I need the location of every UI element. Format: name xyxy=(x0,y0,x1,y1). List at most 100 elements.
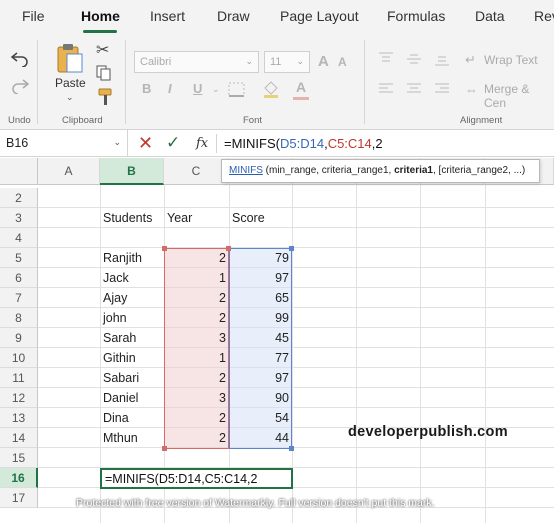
fill-color-icon[interactable] xyxy=(262,80,280,98)
row-header-5[interactable]: 5 xyxy=(0,248,38,268)
cancel-icon[interactable]: ✕ xyxy=(138,133,153,154)
chevron-down-icon[interactable]: ⌄ xyxy=(113,137,121,148)
tab-file[interactable]: File xyxy=(22,8,45,24)
tab-data[interactable]: Data xyxy=(475,8,505,24)
row-header-11[interactable]: 11 xyxy=(0,368,38,388)
select-all-corner[interactable] xyxy=(0,158,38,185)
column-header-c[interactable]: C xyxy=(164,158,229,185)
cell-year[interactable]: 1 xyxy=(164,268,229,288)
align-center-icon[interactable] xyxy=(406,82,422,96)
cell-student[interactable]: Githin xyxy=(100,348,164,368)
cell-student[interactable]: Dina xyxy=(100,408,164,428)
cell-score[interactable]: 54 xyxy=(229,408,292,428)
row-header-12[interactable]: 12 xyxy=(0,388,38,408)
tab-formulas[interactable]: Formulas xyxy=(387,8,445,24)
bold-button[interactable]: B xyxy=(142,81,151,96)
cell-student[interactable]: Ajay xyxy=(100,288,164,308)
italic-button[interactable]: I xyxy=(168,81,172,96)
chevron-down-icon[interactable]: ⌄ xyxy=(66,92,74,103)
align-left-icon[interactable] xyxy=(378,82,394,96)
cell-student[interactable]: Sabari xyxy=(100,368,164,388)
ribbon-separator xyxy=(364,40,365,124)
row-header-13[interactable]: 13 xyxy=(0,408,38,428)
cell-score[interactable]: 97 xyxy=(229,368,292,388)
tab-home[interactable]: Home xyxy=(81,8,120,24)
align-right-icon[interactable] xyxy=(434,82,450,96)
underline-button[interactable]: U xyxy=(193,81,202,96)
cell-score[interactable]: 99 xyxy=(229,308,292,328)
cell-score[interactable]: 79 xyxy=(229,248,292,268)
cell-student[interactable]: john xyxy=(100,308,164,328)
cell-year[interactable]: 2 xyxy=(164,428,229,448)
cell-year[interactable]: 2 xyxy=(164,408,229,428)
cell-score[interactable]: 45 xyxy=(229,328,292,348)
row-header-17[interactable]: 17 xyxy=(0,488,38,508)
row-header-2[interactable]: 2 xyxy=(0,188,38,208)
paste-label[interactable]: Paste xyxy=(55,76,86,90)
cell-student[interactable]: Daniel xyxy=(100,388,164,408)
active-cell-b16[interactable]: =MINIFS(D5:D14,C5:C14,2 xyxy=(100,468,293,489)
function-tooltip: MINIFS (min_range, criteria_range1, crit… xyxy=(221,159,540,183)
decrease-font-icon[interactable]: A xyxy=(338,55,347,69)
align-top-icon[interactable] xyxy=(378,52,394,66)
increase-font-icon[interactable]: A xyxy=(318,53,329,70)
header-score[interactable]: Score xyxy=(229,208,265,228)
format-painter-icon[interactable] xyxy=(96,88,114,106)
row-header-8[interactable]: 8 xyxy=(0,308,38,328)
cell-score[interactable]: 44 xyxy=(229,428,292,448)
insert-function-button[interactable]: fx xyxy=(196,136,208,151)
row-header-14[interactable]: 14 xyxy=(0,428,38,448)
row-header-10[interactable]: 10 xyxy=(0,348,38,368)
header-students[interactable]: Students xyxy=(100,208,152,228)
align-bottom-icon[interactable] xyxy=(434,52,450,66)
cell-year[interactable]: 3 xyxy=(164,388,229,408)
cell-student[interactable]: Mthun xyxy=(100,428,164,448)
row-header-9[interactable]: 9 xyxy=(0,328,38,348)
cell-year[interactable]: 3 xyxy=(164,328,229,348)
borders-icon[interactable] xyxy=(228,82,246,98)
tooltip-function-link[interactable]: MINIFS xyxy=(229,165,263,176)
tab-page-layout[interactable]: Page Layout xyxy=(280,8,359,24)
merge-center-button[interactable]: Merge & Cen xyxy=(484,82,554,110)
cell-year[interactable]: 1 xyxy=(164,348,229,368)
font-name-dropdown[interactable]: Calibri ⌄ xyxy=(134,51,259,73)
merge-icon: ⇔ xyxy=(465,82,478,97)
cell-student[interactable]: Sarah xyxy=(100,328,164,348)
tab-insert[interactable]: Insert xyxy=(150,8,185,24)
formula-input[interactable]: =MINIFS(D5:D14,C5:C14,2 xyxy=(224,136,383,151)
cut-icon[interactable]: ✂ xyxy=(96,40,109,60)
cell-year[interactable]: 2 xyxy=(164,248,229,268)
cell-year[interactable]: 2 xyxy=(164,308,229,328)
row-header-4[interactable]: 4 xyxy=(0,228,38,248)
cell-student[interactable]: Ranjith xyxy=(100,248,164,268)
paste-icon[interactable] xyxy=(56,42,84,74)
undo-icon[interactable] xyxy=(10,51,30,67)
font-size-dropdown[interactable]: 11 ⌄ xyxy=(264,51,310,73)
row-header-16[interactable]: 16 xyxy=(0,468,38,488)
row-header-7[interactable]: 7 xyxy=(0,288,38,308)
row-header-15[interactable]: 15 xyxy=(0,448,38,468)
cell-year[interactable]: 2 xyxy=(164,368,229,388)
cell-year[interactable]: 2 xyxy=(164,288,229,308)
font-color-icon[interactable]: A xyxy=(296,79,306,95)
cell-student[interactable]: Jack xyxy=(100,268,164,288)
align-middle-icon[interactable] xyxy=(406,52,422,66)
row-header-6[interactable]: 6 xyxy=(0,268,38,288)
copy-icon[interactable] xyxy=(96,65,112,81)
column-header-a[interactable]: A xyxy=(38,158,100,185)
enter-icon[interactable]: ✓ xyxy=(166,133,180,153)
wrap-text-button[interactable]: Wrap Text xyxy=(484,53,538,67)
redo-icon[interactable] xyxy=(10,78,30,94)
name-box[interactable]: B16 ⌄ xyxy=(0,130,128,157)
cell-score[interactable]: 65 xyxy=(229,288,292,308)
formula-ref-min-range: D5:D14 xyxy=(279,136,325,151)
header-year[interactable]: Year xyxy=(164,208,192,228)
column-header-b[interactable]: B xyxy=(100,158,164,185)
cell-score[interactable]: 97 xyxy=(229,268,292,288)
cell-score[interactable]: 77 xyxy=(229,348,292,368)
tab-draw[interactable]: Draw xyxy=(217,8,250,24)
row-header-3[interactable]: 3 xyxy=(0,208,38,228)
cell-score[interactable]: 90 xyxy=(229,388,292,408)
tab-review[interactable]: Rev xyxy=(534,8,554,24)
chevron-down-icon[interactable]: ⌄ xyxy=(212,84,220,95)
